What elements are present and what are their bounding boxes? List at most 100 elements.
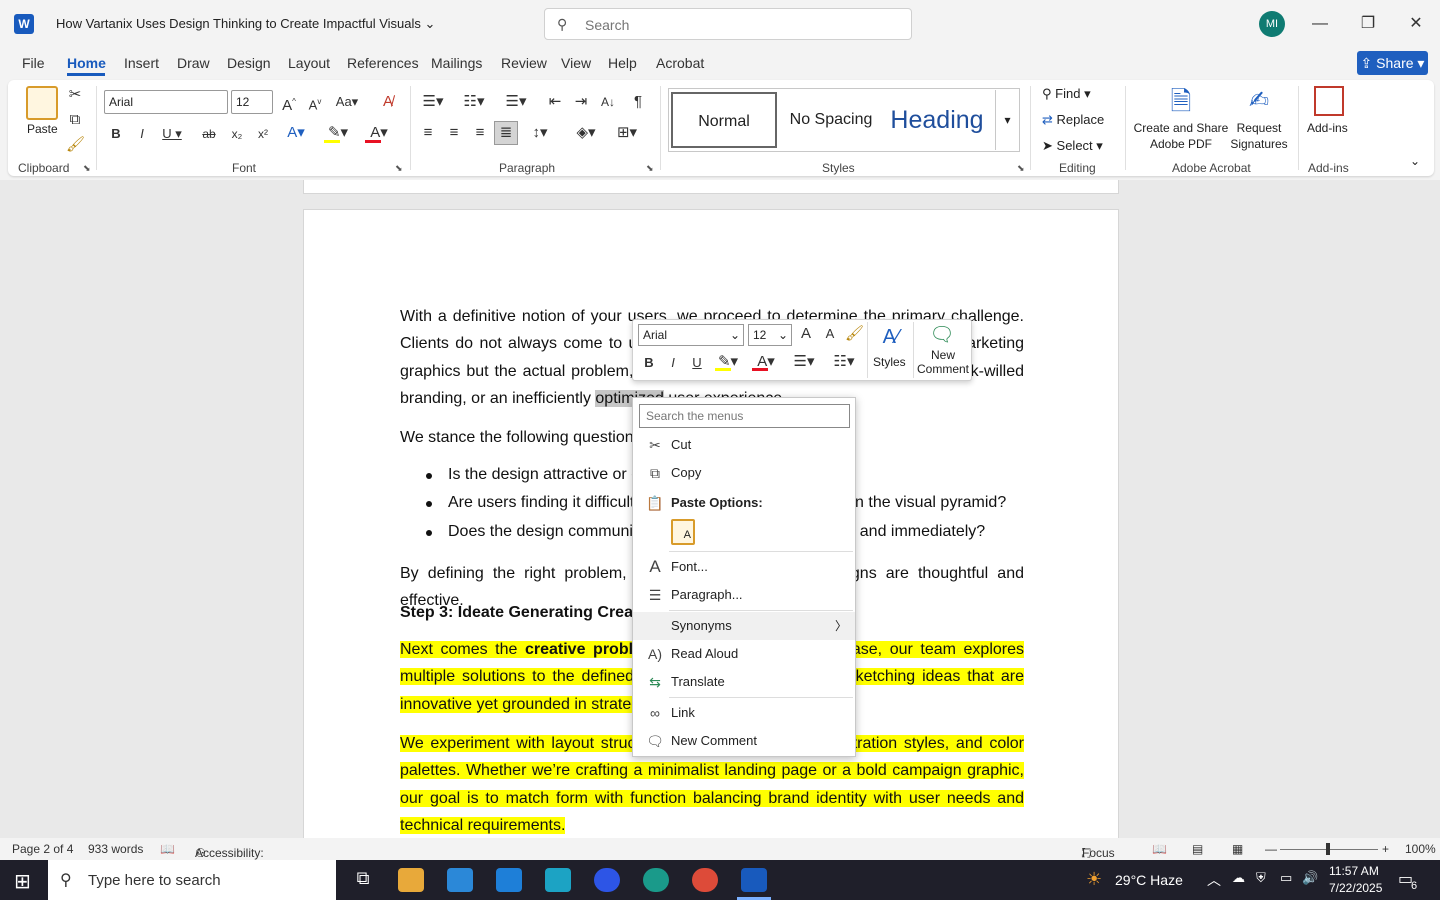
taskbar-search[interactable]: ⚲ Type here to search bbox=[48, 860, 336, 900]
align-center-icon[interactable]: ≡ bbox=[444, 123, 464, 143]
weather-icon[interactable]: ☀ bbox=[1086, 869, 1102, 890]
text-effects-icon[interactable]: A▾ bbox=[282, 123, 310, 143]
menu-search-input[interactable]: Search the menus bbox=[639, 404, 850, 428]
underline-icon[interactable]: U bbox=[689, 353, 705, 373]
onedrive-icon[interactable]: ☁ bbox=[1232, 870, 1245, 886]
format-painter-icon[interactable]: 🖌 bbox=[66, 135, 85, 155]
zoom-app-icon[interactable] bbox=[594, 868, 620, 892]
tab-insert[interactable]: Insert bbox=[124, 55, 159, 71]
tab-home[interactable]: Home bbox=[67, 55, 106, 71]
style-heading[interactable]: Heading bbox=[884, 92, 990, 148]
document-title[interactable]: How Vartanix Uses Design Thinking to Cre… bbox=[56, 16, 435, 32]
font-name-select[interactable]: Arial bbox=[104, 90, 228, 114]
request-signatures-icon[interactable]: ✍ bbox=[1244, 86, 1274, 116]
borders-icon[interactable]: ⊞▾ bbox=[610, 123, 644, 143]
search-input[interactable] bbox=[585, 15, 885, 35]
grow-font-icon[interactable]: A bbox=[797, 324, 815, 344]
menu-item-cut[interactable]: ✂ Cut bbox=[633, 431, 855, 459]
print-layout-icon[interactable]: ▤ bbox=[1192, 842, 1203, 856]
chrome-icon[interactable] bbox=[692, 868, 718, 892]
security-icon[interactable]: ⛨ bbox=[1256, 870, 1266, 886]
mini-font-size-select[interactable]: 12 ⌄ bbox=[748, 324, 792, 346]
increase-indent-icon[interactable]: ⇥ bbox=[571, 92, 591, 112]
bold-icon[interactable]: B bbox=[641, 353, 657, 373]
zoom-slider-thumb[interactable] bbox=[1326, 843, 1330, 855]
tab-design[interactable]: Design bbox=[227, 55, 271, 71]
tab-review[interactable]: Review bbox=[501, 55, 547, 71]
bullets-icon[interactable]: ☰▾ bbox=[789, 352, 819, 372]
align-right-icon[interactable]: ≡ bbox=[470, 123, 490, 143]
decrease-indent-icon[interactable]: ⇤ bbox=[545, 92, 565, 112]
replace-button[interactable]: ⇄ Replace bbox=[1042, 112, 1104, 128]
avatar[interactable]: MI bbox=[1259, 11, 1285, 37]
bullets-icon[interactable]: ☰▾ bbox=[418, 92, 448, 112]
menu-item-read-aloud[interactable]: A) Read Aloud bbox=[633, 640, 855, 668]
cut-icon[interactable]: ✂ bbox=[66, 85, 84, 105]
windows-start-icon[interactable]: ⊞ bbox=[14, 869, 31, 894]
paste-button[interactable]: Paste bbox=[27, 122, 58, 136]
menu-item-synonyms[interactable]: Synonyms 〉 bbox=[633, 612, 855, 640]
shading-icon[interactable]: ◈▾ bbox=[570, 123, 602, 143]
web-layout-icon[interactable]: ▦ bbox=[1232, 842, 1243, 856]
clock-date[interactable]: 7/22/2025 bbox=[1329, 881, 1382, 895]
numbering-icon[interactable]: ☷▾ bbox=[829, 352, 859, 372]
underline-icon[interactable]: U ▾ bbox=[160, 124, 184, 144]
strikethrough-icon[interactable]: ab bbox=[200, 124, 218, 144]
change-case-icon[interactable]: Aa▾ bbox=[334, 92, 360, 112]
numbering-icon[interactable]: ☷▾ bbox=[458, 92, 490, 112]
word-count[interactable]: 933 words bbox=[88, 842, 143, 856]
multilevel-list-icon[interactable]: ☰▾ bbox=[500, 92, 532, 112]
style-no-spacing[interactable]: No Spacing bbox=[781, 92, 881, 148]
file-explorer-icon[interactable] bbox=[398, 868, 424, 892]
page-count[interactable]: Page 2 of 4 bbox=[12, 842, 73, 856]
italic-icon[interactable]: I bbox=[134, 124, 150, 144]
mail-icon[interactable] bbox=[496, 868, 522, 892]
weather-label[interactable]: 29°C Haze bbox=[1115, 872, 1183, 888]
clear-formatting-icon[interactable]: A̸ bbox=[378, 92, 398, 112]
app-icon[interactable] bbox=[545, 868, 571, 892]
microsoft-store-icon[interactable] bbox=[447, 868, 473, 892]
zoom-in-icon[interactable]: + bbox=[1382, 842, 1389, 856]
tab-draw[interactable]: Draw bbox=[177, 55, 210, 71]
tab-layout[interactable]: Layout bbox=[288, 55, 330, 71]
menu-item-translate[interactable]: ⇆ Translate bbox=[633, 668, 855, 696]
create-share-pdf-button[interactable]: Create and Share Adobe PDF bbox=[1132, 120, 1230, 152]
tab-view[interactable]: View bbox=[561, 55, 591, 71]
styles-more-icon[interactable]: ▾ bbox=[995, 90, 1019, 150]
network-icon[interactable]: ▭ bbox=[1280, 870, 1292, 886]
proofing-icon[interactable]: 📖 bbox=[160, 842, 175, 856]
word-taskbar-icon[interactable] bbox=[741, 868, 767, 892]
paste-keep-text-only-icon[interactable]: A bbox=[671, 519, 695, 545]
tab-mailings[interactable]: Mailings bbox=[431, 55, 482, 71]
ribbon-collapse-icon[interactable]: ⌄ bbox=[1410, 154, 1420, 168]
search-box[interactable]: ⚲ bbox=[544, 8, 912, 40]
shrink-font-icon[interactable]: Av bbox=[306, 92, 324, 115]
tab-help[interactable]: Help bbox=[608, 55, 637, 71]
align-left-icon[interactable]: ≡ bbox=[418, 123, 438, 143]
restore-icon[interactable]: ❐ bbox=[1353, 10, 1383, 38]
style-normal[interactable]: Normal bbox=[671, 92, 777, 148]
shrink-font-icon[interactable]: A bbox=[821, 324, 839, 344]
minimize-icon[interactable]: — bbox=[1305, 10, 1335, 38]
menu-item-paragraph[interactable]: ☰ Paragraph... bbox=[633, 581, 855, 609]
copy-icon[interactable]: ⧉ bbox=[66, 110, 84, 130]
new-comment-icon[interactable]: 🗨 bbox=[929, 322, 955, 348]
zoom-level[interactable]: 100% bbox=[1405, 842, 1436, 856]
dialog-launcher-icon[interactable]: ⬊ bbox=[1017, 163, 1025, 174]
add-ins-icon[interactable] bbox=[1314, 86, 1344, 116]
add-ins-button[interactable]: Add-ins bbox=[1307, 121, 1348, 135]
close-icon[interactable]: ✕ bbox=[1401, 10, 1431, 38]
tab-references[interactable]: References bbox=[347, 55, 419, 71]
volume-icon[interactable]: 🔊 bbox=[1302, 870, 1318, 886]
font-size-select[interactable]: 12 bbox=[231, 90, 273, 114]
menu-item-copy[interactable]: ⧉ Copy bbox=[633, 459, 855, 487]
menu-item-font[interactable]: A Font... bbox=[633, 553, 855, 581]
read-mode-icon[interactable]: 📖 bbox=[1152, 842, 1167, 856]
show-formatting-marks-icon[interactable]: ¶ bbox=[629, 92, 647, 112]
paste-icon[interactable] bbox=[26, 86, 58, 120]
sort-icon[interactable]: A↓ bbox=[598, 92, 618, 112]
superscript-icon[interactable]: x² bbox=[254, 124, 272, 144]
grow-font-icon[interactable]: A^ bbox=[280, 92, 298, 116]
dialog-launcher-icon[interactable]: ⬊ bbox=[395, 163, 403, 174]
mini-font-name-select[interactable]: Arial ⌄ bbox=[638, 324, 744, 346]
